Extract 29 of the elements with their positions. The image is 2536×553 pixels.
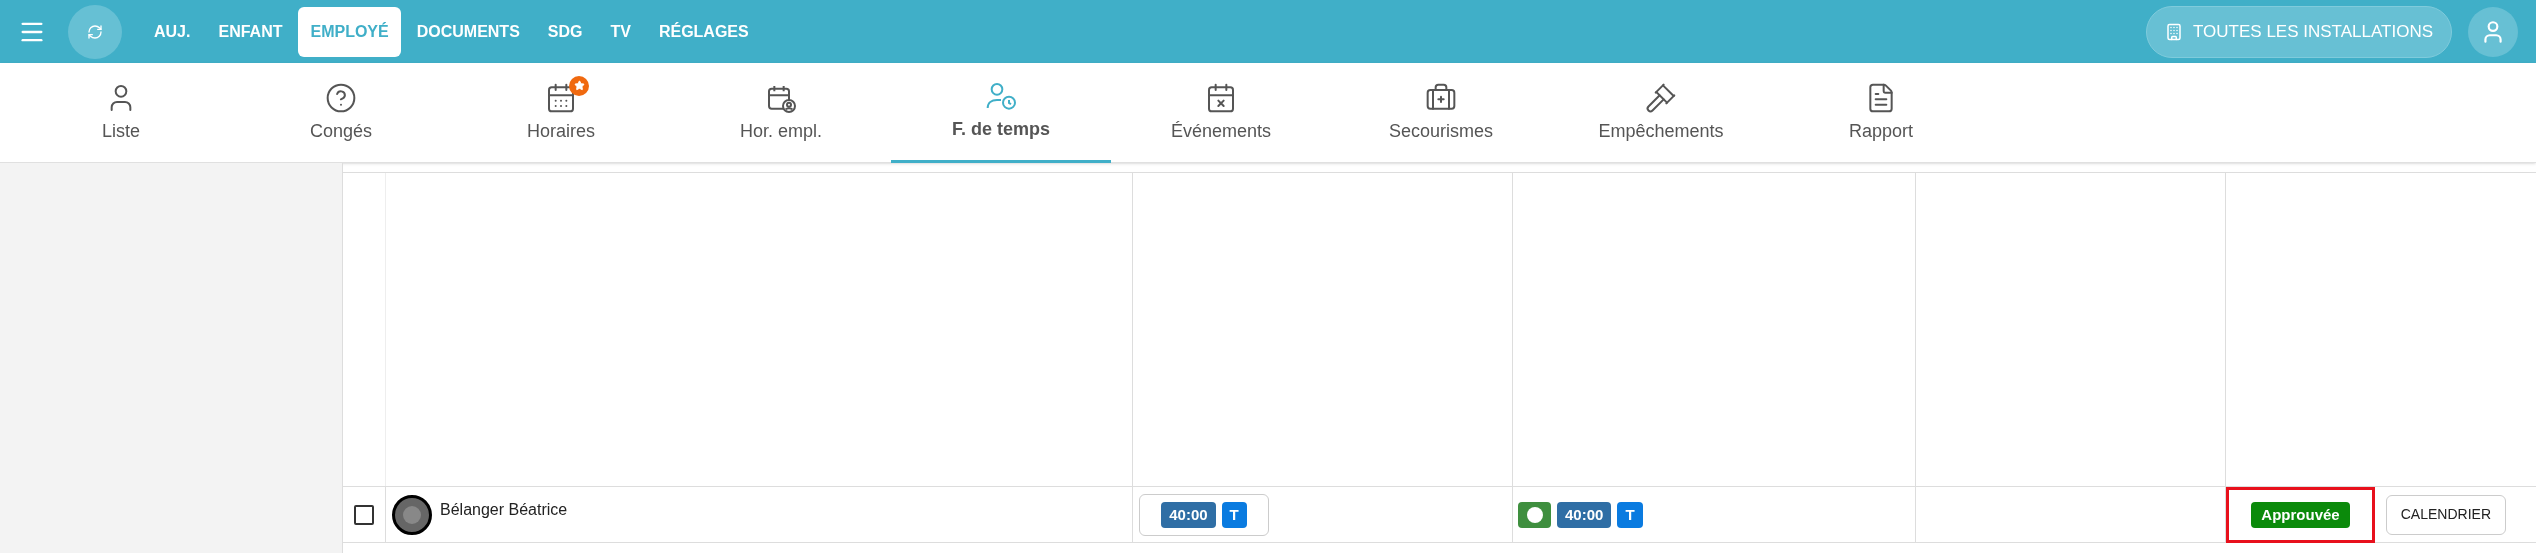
gavel-icon <box>1645 81 1677 114</box>
section-tab[interactable]: F. de temps <box>891 63 1111 163</box>
hours-badge: 40:00 <box>1161 501 1216 528</box>
user-clock-icon <box>985 80 1017 112</box>
status-badge: Approuvée <box>2251 501 2350 528</box>
account-button[interactable] <box>2468 6 2518 57</box>
section-tab[interactable]: Hor. empl. <box>671 63 891 163</box>
tag-badge: T <box>1617 501 1643 528</box>
section-tab[interactable]: Rapport <box>1771 63 1991 163</box>
calendar-button[interactable]: CALENDRIER <box>2385 494 2506 535</box>
tag-badge: T <box>1221 501 1247 528</box>
refresh-button[interactable] <box>68 4 122 59</box>
employee-name: Bélanger Béatrice <box>440 499 568 520</box>
hours-badge: 40:00 <box>1557 501 1612 528</box>
section-tab[interactable]: Événements <box>1111 63 1331 163</box>
calendar-icon <box>545 81 577 114</box>
section-tab[interactable]: Horaires <box>451 63 671 163</box>
building-icon <box>2165 21 2184 42</box>
star-badge-icon <box>569 75 589 96</box>
section-tab[interactable]: Secourismes <box>1331 63 1551 163</box>
refresh-icon <box>87 23 103 40</box>
question-icon <box>325 81 357 114</box>
row-checkbox[interactable] <box>354 504 374 525</box>
calendar-x-icon <box>1205 81 1237 114</box>
section-tab[interactable]: Congés <box>231 63 451 163</box>
planned-hours-field[interactable]: 40:00 T <box>1139 493 1269 536</box>
section-tab[interactable]: Empêchements <box>1551 63 1771 163</box>
section-tab[interactable]: Liste <box>11 63 231 163</box>
avatar-icon <box>392 494 432 535</box>
